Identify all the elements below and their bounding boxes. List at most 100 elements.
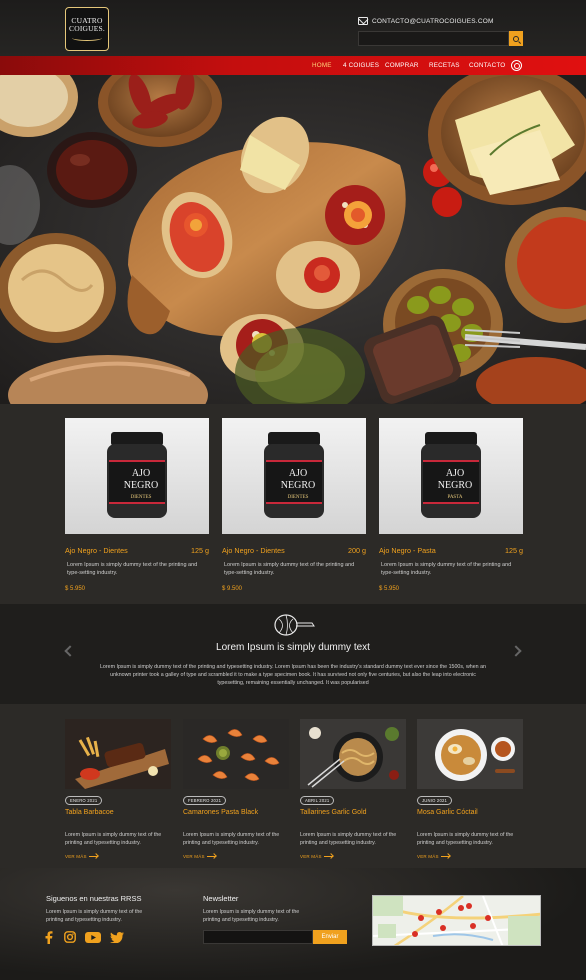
jar-label-line-2: NEGRO — [124, 480, 158, 491]
twitter-icon[interactable] — [110, 930, 124, 944]
recipe-illustration — [65, 719, 171, 789]
recipe-more-label: VER MÁS — [65, 853, 87, 859]
arrow-right-icon — [88, 855, 98, 857]
logo-line-2: COIGUES. — [69, 24, 105, 33]
recipe-card[interactable]: JUNIO 2021 Mosa Garlic Cóctail Lorem Ips… — [417, 719, 523, 859]
newsletter-text: Lorem Ipsum is simply dummy text of the … — [203, 909, 300, 923]
recipe-title[interactable]: Mosa Garlic Cóctail — [417, 809, 523, 816]
recipe-illustration — [300, 719, 406, 789]
location-map[interactable] — [372, 895, 541, 946]
recipe-more-label: VER MÁS — [417, 853, 439, 859]
jar-label-line-1: AJO — [289, 468, 307, 479]
recipe-date-badge: ENERO 2021 — [65, 796, 103, 805]
recipe-image[interactable] — [417, 719, 523, 789]
recipe-more-link[interactable]: VER MÁS — [417, 854, 523, 859]
jar-label-line-3: DIENTES — [288, 495, 309, 500]
product-name[interactable]: Ajo Negro - Dientes — [65, 546, 128, 555]
recipe-description: Lorem Ipsum is simply dummy text of the … — [65, 832, 162, 846]
recipes-section: ENERO 2021 Tabla Barbacoe Lorem Ipsum is… — [0, 704, 586, 868]
product-card[interactable]: AJO NEGRO DIENTES Ajo Negro - Dientes 12… — [65, 418, 209, 592]
hero-food-illustration — [0, 75, 586, 404]
newsletter-email-input[interactable] — [203, 930, 313, 944]
nav-4-coigues[interactable]: 4 COIGUES — [343, 62, 379, 69]
brand-logo[interactable]: CUATRO COIGUES. — [65, 7, 109, 51]
jar-label-line-1: AJO — [132, 468, 150, 479]
arrow-right-icon — [206, 855, 216, 857]
main-nav: HOME 4 COIGUES COMPRAR RECETAS CONTACTO — [0, 56, 586, 75]
recipe-date-badge: JUNIO 2021 — [417, 796, 453, 805]
products-section: AJO NEGRO DIENTES Ajo Negro - Dientes 12… — [0, 404, 586, 604]
band-title: Lorem Ipsum is simply dummy text — [216, 642, 370, 653]
recipe-title[interactable]: Tallarines Garlic Gold — [300, 809, 406, 816]
product-name[interactable]: Ajo Negro - Pasta — [379, 546, 436, 555]
nav-recetas[interactable]: RECETAS — [429, 62, 460, 69]
product-description: Lorem Ipsum is simply dummy text of the … — [381, 562, 512, 576]
product-price: $ 5.950 — [379, 586, 400, 592]
product-price: $ 9.500 — [222, 586, 243, 592]
mail-icon — [358, 17, 368, 25]
recipe-title[interactable]: Camarones Pasta Black — [183, 809, 289, 816]
recipe-image[interactable] — [183, 719, 289, 789]
recipe-title[interactable]: Tabla Barbacoe — [65, 809, 171, 816]
product-card[interactable]: AJO NEGRO PASTA Ajo Negro - Pasta 125 g … — [379, 418, 523, 592]
product-price: $ 5.950 — [65, 586, 86, 592]
instagram-icon[interactable] — [63, 930, 76, 944]
product-description: Lorem Ipsum is simply dummy text of the … — [67, 562, 198, 576]
site-footer: Siguenos en nuestras RRSS Lorem Ipsum is… — [0, 868, 586, 980]
recipe-illustration — [417, 719, 523, 789]
arrow-right-icon — [440, 855, 450, 857]
nav-contacto[interactable]: CONTACTO — [469, 62, 505, 69]
product-card[interactable]: AJO NEGRO DIENTES Ajo Negro - Dientes 20… — [222, 418, 366, 592]
recipe-image[interactable] — [65, 719, 171, 789]
product-name[interactable]: Ajo Negro - Dientes — [222, 546, 285, 555]
jar-illustration: AJO NEGRO DIENTES — [264, 432, 324, 518]
recipe-more-link[interactable]: VER MÁS — [65, 854, 171, 859]
recipe-date-badge: ABRIL 2021 — [300, 796, 335, 805]
youtube-icon[interactable] — [85, 930, 101, 944]
recipe-card[interactable]: ABRIL 2021 Tallarines Garlic Gold Lorem … — [300, 719, 406, 859]
hero-image — [0, 75, 586, 404]
map-illustration — [373, 896, 540, 945]
recipe-illustration — [183, 719, 289, 789]
jar-label-line-3: DIENTES — [131, 495, 152, 500]
instagram-icon[interactable] — [511, 60, 522, 71]
recipe-description: Lorem Ipsum is simply dummy text of the … — [417, 832, 514, 846]
product-image[interactable]: AJO NEGRO PASTA — [379, 418, 523, 534]
jar-illustration: AJO NEGRO PASTA — [421, 432, 481, 518]
band-text: Lorem Ipsum is simply dummy text of the … — [99, 664, 486, 687]
jar-label-line-1: AJO — [446, 468, 464, 479]
search-button[interactable] — [509, 31, 523, 46]
nav-comprar[interactable]: COMPRAR — [385, 62, 419, 69]
product-weight: 125 g — [191, 546, 209, 555]
recipe-more-label: VER MÁS — [183, 853, 205, 859]
jar-illustration: AJO NEGRO DIENTES — [107, 432, 167, 518]
jar-label-line-2: NEGRO — [438, 480, 472, 491]
garlic-icon — [274, 614, 315, 636]
search-icon — [513, 35, 519, 42]
product-image[interactable]: AJO NEGRO DIENTES — [65, 418, 209, 534]
recipe-card[interactable]: ENERO 2021 Tabla Barbacoe Lorem Ipsum is… — [65, 719, 171, 859]
recipe-description: Lorem Ipsum is simply dummy text of the … — [300, 832, 397, 846]
product-weight: 200 g — [348, 546, 366, 555]
contact-email-text: CONTACTO@CUATROCOIGUES.COM — [372, 17, 494, 25]
recipe-image[interactable] — [300, 719, 406, 789]
product-weight: 125 g — [505, 546, 523, 555]
newsletter-send-button[interactable]: Enviar — [313, 930, 347, 944]
search-input[interactable] — [358, 31, 509, 46]
logo-wave — [72, 35, 102, 41]
recipe-more-link[interactable]: VER MÁS — [300, 854, 406, 859]
recipe-date-badge: FEBRERO 2021 — [183, 796, 227, 805]
social-text: Lorem Ipsum is simply dummy text of the … — [46, 909, 143, 923]
nav-home[interactable]: HOME — [312, 62, 332, 69]
recipe-description: Lorem Ipsum is simply dummy text of the … — [183, 832, 280, 846]
recipe-more-label: VER MÁS — [300, 853, 322, 859]
recipe-more-link[interactable]: VER MÁS — [183, 854, 289, 859]
facebook-icon[interactable] — [44, 930, 54, 944]
arrow-right-icon — [323, 855, 333, 857]
product-image[interactable]: AJO NEGRO DIENTES — [222, 418, 366, 534]
jar-label-line-3: PASTA — [448, 495, 463, 500]
social-title: Siguenos en nuestras RRSS — [46, 894, 142, 903]
recipe-card[interactable]: FEBRERO 2021 Camarones Pasta Black Lorem… — [183, 719, 289, 859]
jar-label-line-2: NEGRO — [281, 480, 315, 491]
contact-email[interactable]: CONTACTO@CUATROCOIGUES.COM — [358, 17, 494, 25]
